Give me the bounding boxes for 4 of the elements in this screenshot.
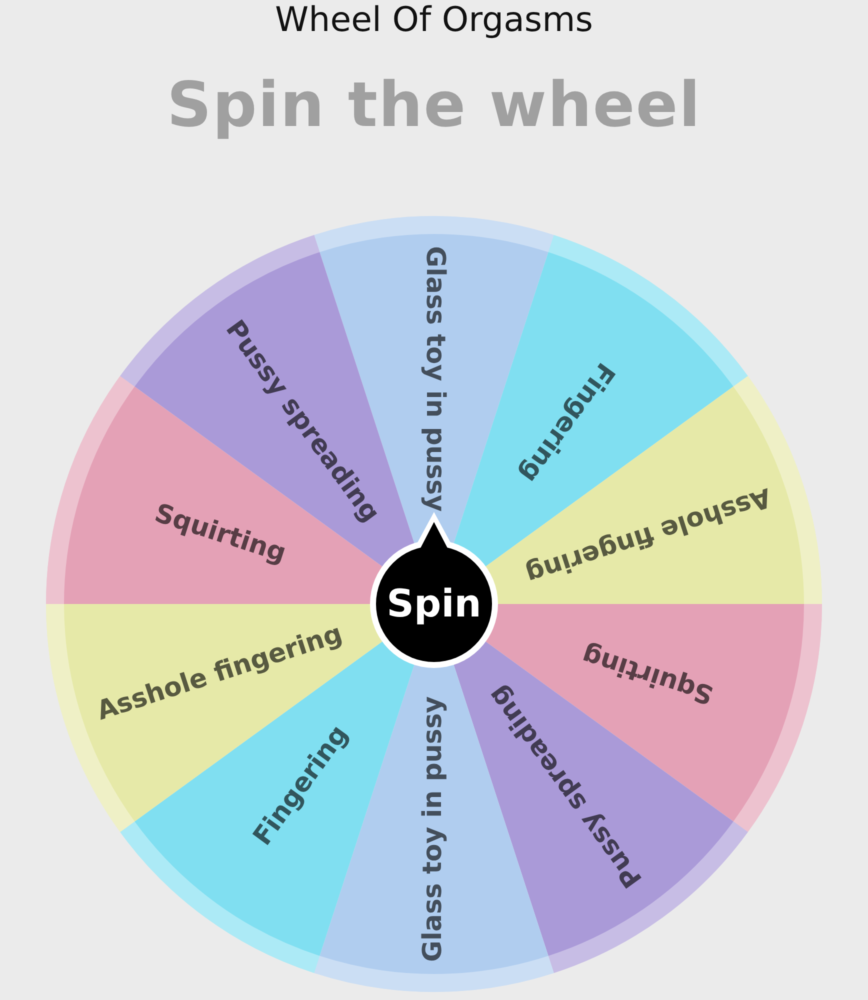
wheel-label: Glass toy in pussy — [420, 246, 450, 512]
page-title: Wheel Of Orgasms — [275, 0, 593, 40]
heading: Spin the wheel — [166, 67, 702, 143]
wheel-label: Glass toy in pussy — [418, 696, 448, 962]
